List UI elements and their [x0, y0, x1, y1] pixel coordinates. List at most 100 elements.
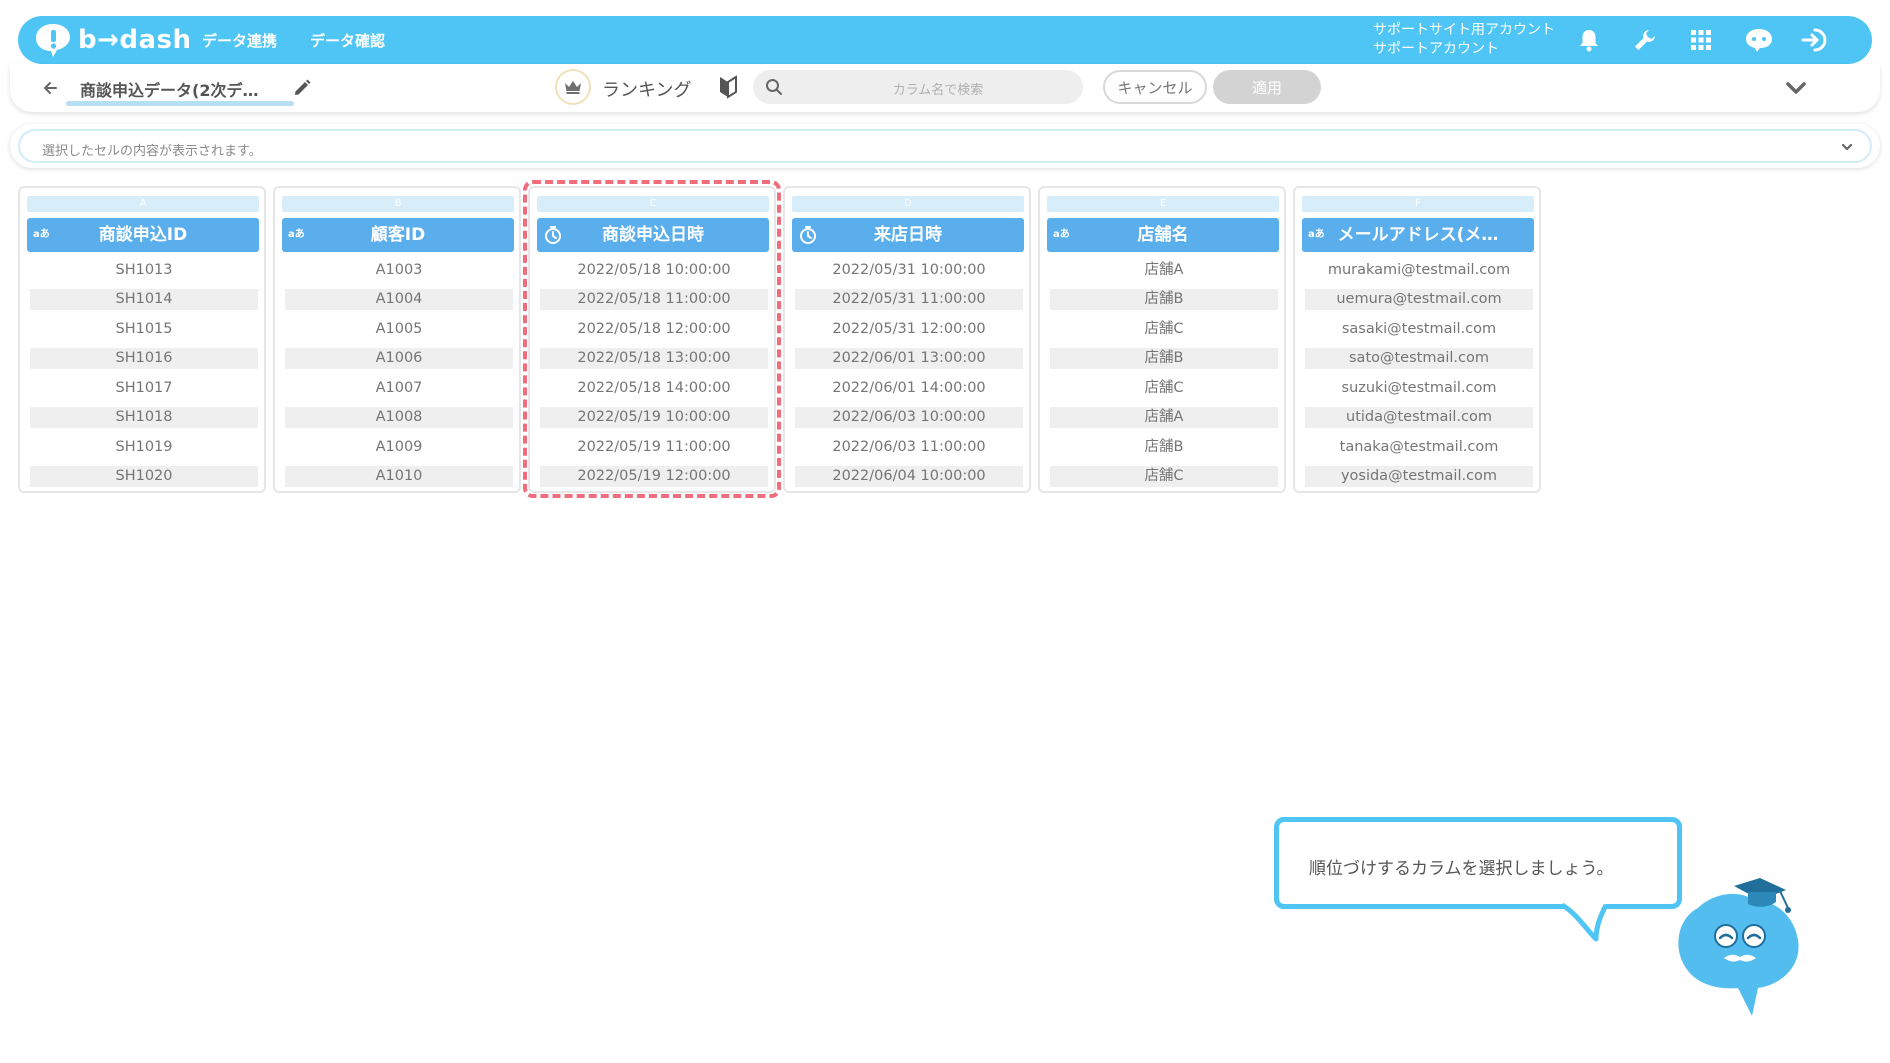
table-cell[interactable]: 2022/05/19 11:00:00: [540, 437, 768, 458]
table-cell[interactable]: 2022/05/18 11:00:00: [540, 289, 768, 310]
table-cell[interactable]: SH1018: [30, 407, 258, 428]
table-cell[interactable]: A1006: [285, 348, 513, 369]
table-cell[interactable]: 店舗B: [1050, 348, 1278, 369]
table-cell[interactable]: 2022/06/01 14:00:00: [795, 378, 1023, 399]
cancel-button[interactable]: キャンセル: [1103, 70, 1207, 104]
ranking-label: ランキング: [602, 80, 692, 101]
nav-data-check[interactable]: データ確認: [310, 30, 385, 51]
table-cell[interactable]: murakami@testmail.com: [1305, 260, 1533, 281]
expand-chevron-icon[interactable]: [1838, 139, 1856, 155]
stopwatch-icon: [800, 226, 816, 244]
column-title: メールアドレス(メ…: [1337, 225, 1499, 245]
column-card-a[interactable]: A aあ 商談申込ID SH1013 SH1014 SH1015 SH1016 …: [18, 186, 266, 493]
table-cell[interactable]: 2022/06/03 11:00:00: [795, 437, 1023, 458]
table-cell[interactable]: sato@testmail.com: [1305, 348, 1533, 369]
table-cell[interactable]: 店舗A: [1050, 260, 1278, 281]
table-cell[interactable]: A1005: [285, 319, 513, 340]
table-cell[interactable]: yosida@testmail.com: [1305, 466, 1533, 487]
top-bar: b→dash データ連携 データ確認 サポートサイト用アカウント サポートアカウ…: [18, 16, 1872, 64]
column-header[interactable]: 商談申込日時: [537, 218, 769, 252]
table-cell[interactable]: SH1014: [30, 289, 258, 310]
crown-icon: [565, 81, 581, 94]
table-cell[interactable]: tanaka@testmail.com: [1305, 437, 1533, 458]
table-cell[interactable]: 2022/05/19 12:00:00: [540, 466, 768, 487]
table-cell[interactable]: 2022/05/18 13:00:00: [540, 348, 768, 369]
account-user: サポートアカウント: [1373, 41, 1499, 57]
table-cell[interactable]: 店舗C: [1050, 319, 1278, 340]
cell-content-field[interactable]: 選択したセルの内容が表示されます。: [18, 129, 1872, 163]
chat-icon[interactable]: [1744, 25, 1774, 55]
table-cell[interactable]: uemura@testmail.com: [1305, 289, 1533, 310]
column-header[interactable]: aあ 店舗名: [1047, 218, 1279, 252]
column-card-e[interactable]: E aあ 店舗名 店舗A 店舗B 店舗C 店舗B 店舗C 店舗A 店舗B 店舗C: [1038, 186, 1286, 493]
logo-text: b→dash: [78, 25, 192, 55]
table-cell[interactable]: 2022/05/18 10:00:00: [540, 260, 768, 281]
column-title: 来店日時: [874, 225, 942, 245]
account-info[interactable]: サポートサイト用アカウント サポートアカウント: [1373, 21, 1555, 59]
table-cell[interactable]: A1007: [285, 378, 513, 399]
table-cell[interactable]: utida@testmail.com: [1305, 407, 1533, 428]
column-title: 店舗名: [1137, 225, 1189, 245]
table-cell[interactable]: A1009: [285, 437, 513, 458]
table-cell[interactable]: SH1019: [30, 437, 258, 458]
table-cell[interactable]: 2022/06/03 10:00:00: [795, 407, 1023, 428]
table-cell[interactable]: 2022/06/04 10:00:00: [795, 466, 1023, 487]
table-cell[interactable]: 店舗B: [1050, 289, 1278, 310]
table-cell[interactable]: sasaki@testmail.com: [1305, 319, 1533, 340]
column-card-f[interactable]: F aあ メールアドレス(メ… murakami@testmail.com ue…: [1293, 186, 1541, 493]
tooltip-tail: [1560, 903, 1609, 942]
table-cell[interactable]: 店舗C: [1050, 466, 1278, 487]
stopwatch-icon: [545, 226, 561, 244]
table-cell[interactable]: A1010: [285, 466, 513, 487]
table-cell[interactable]: suzuki@testmail.com: [1305, 378, 1533, 399]
chevron-down-icon[interactable]: [1783, 77, 1809, 99]
column-letter: F: [1302, 196, 1534, 212]
table-cell[interactable]: 2022/05/18 12:00:00: [540, 319, 768, 340]
table-cell[interactable]: SH1013: [30, 260, 258, 281]
logo-bubble-icon: [36, 24, 70, 57]
column-card-c[interactable]: C 商談申込日時 2022/05/18 10:00:00 2022/05/18 …: [528, 186, 776, 493]
page-title[interactable]: 商談申込データ(2次デ…: [80, 77, 258, 101]
column-header[interactable]: aあ 顧客ID: [282, 218, 514, 252]
account-org: サポートサイト用アカウント: [1373, 22, 1555, 38]
table-cell[interactable]: 2022/06/01 13:00:00: [795, 348, 1023, 369]
wrench-icon[interactable]: [1630, 25, 1660, 55]
table-cell[interactable]: 2022/05/18 14:00:00: [540, 378, 768, 399]
table-cell[interactable]: 2022/05/31 12:00:00: [795, 319, 1023, 340]
table-cell[interactable]: SH1016: [30, 348, 258, 369]
tooltip-text: 順位づけするカラムを選択しましょう。: [1309, 859, 1614, 879]
table-cell[interactable]: 2022/05/31 10:00:00: [795, 260, 1023, 281]
column-card-b[interactable]: B aあ 顧客ID A1003 A1004 A1005 A1006 A1007 …: [273, 186, 521, 493]
column-header[interactable]: aあ メールアドレス(メ…: [1302, 218, 1534, 252]
grid-icon[interactable]: [1686, 25, 1716, 55]
beginner-badge-icon[interactable]: [717, 75, 739, 99]
text-type-icon: aあ: [1053, 229, 1070, 240]
sub-bar: 商談申込データ(2次デ… ランキング カラム名で検索 キャンセル 適用: [10, 64, 1880, 112]
logo[interactable]: b→dash: [34, 22, 192, 58]
column-search-input[interactable]: カラム名で検索: [753, 70, 1083, 104]
table-cell[interactable]: SH1015: [30, 319, 258, 340]
column-card-d[interactable]: D 来店日時 2022/05/31 10:00:00 2022/05/31 11…: [783, 186, 1031, 493]
column-header[interactable]: 来店日時: [792, 218, 1024, 252]
column-title: 商談申込日時: [602, 225, 704, 245]
bell-icon[interactable]: [1574, 25, 1604, 55]
pencil-icon[interactable]: [292, 78, 312, 98]
table-cell[interactable]: SH1017: [30, 378, 258, 399]
table-cell[interactable]: 2022/05/19 10:00:00: [540, 407, 768, 428]
apply-button[interactable]: 適用: [1213, 70, 1321, 104]
back-arrow-icon[interactable]: [40, 78, 62, 98]
table-cell[interactable]: A1003: [285, 260, 513, 281]
table-cell[interactable]: 2022/05/31 11:00:00: [795, 289, 1023, 310]
table-cell[interactable]: SH1020: [30, 466, 258, 487]
table-cell[interactable]: A1008: [285, 407, 513, 428]
cell-content-placeholder: 選択したセルの内容が表示されます。: [42, 144, 262, 159]
column-header[interactable]: aあ 商談申込ID: [27, 218, 259, 252]
ranking-crown-button[interactable]: [557, 71, 589, 103]
table-cell[interactable]: 店舗C: [1050, 378, 1278, 399]
logout-icon[interactable]: [1800, 25, 1830, 55]
table-cell[interactable]: 店舗A: [1050, 407, 1278, 428]
table-cell[interactable]: A1004: [285, 289, 513, 310]
column-title: 商談申込ID: [98, 225, 188, 245]
table-cell[interactable]: 店舗B: [1050, 437, 1278, 458]
nav-data-integration[interactable]: データ連携: [202, 30, 277, 51]
